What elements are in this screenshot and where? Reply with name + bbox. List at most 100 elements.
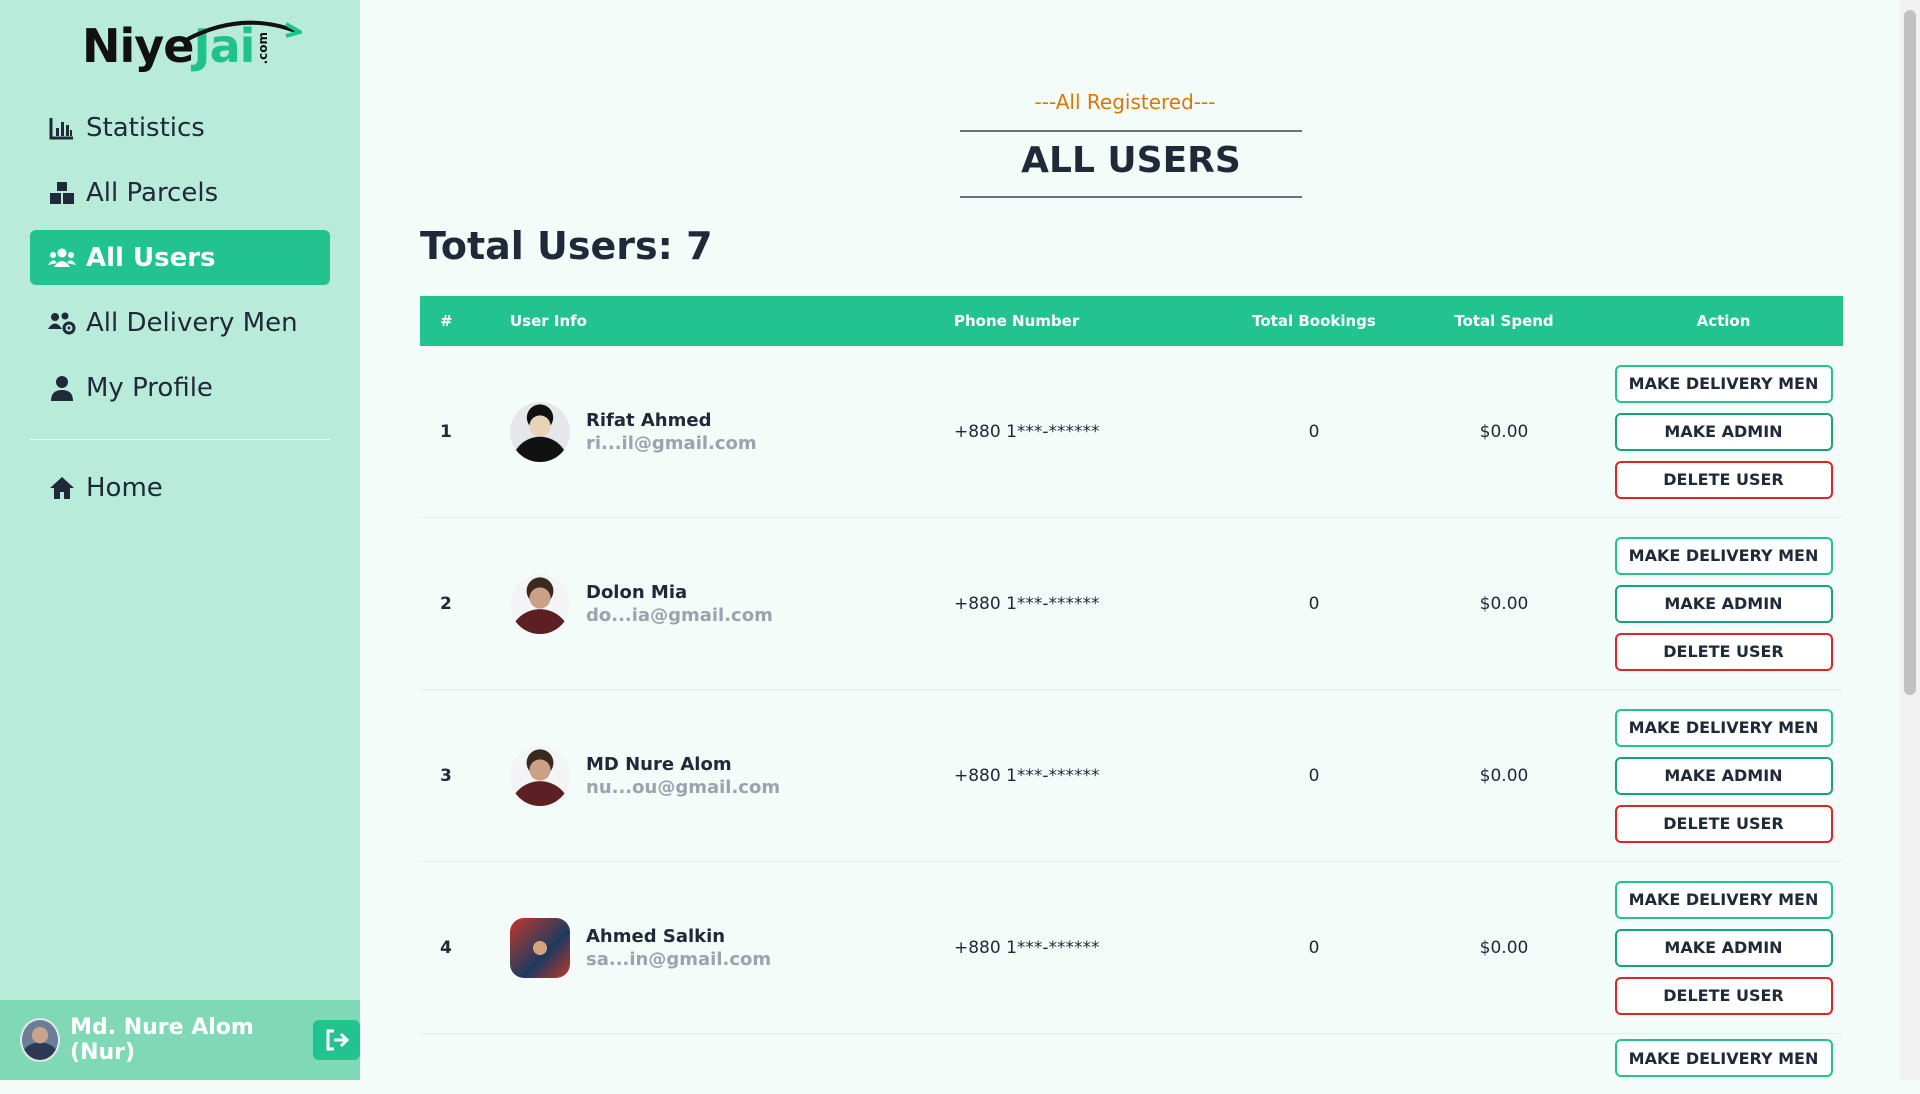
user-email: nu...ou@gmail.com	[586, 776, 781, 798]
user-bookings: 0	[1308, 765, 1320, 786]
delete-user-button[interactable]: DELETE USER	[1614, 976, 1833, 1015]
user-spend: $0.00	[1479, 937, 1529, 958]
user-info: MD Nure Alom nu...ou@gmail.com	[510, 745, 954, 806]
sidebar-home-section: Home	[30, 460, 330, 525]
user-phone: +880 1***-******	[954, 765, 1100, 786]
user-name: Rifat Ahmed	[586, 409, 712, 431]
sidebar: NiyeJai .com Statistics All Parcels All …	[0, 0, 360, 1080]
user-info: Rifat Ahmed ri...il@gmail.com	[510, 401, 954, 462]
delete-user-button[interactable]: DELETE USER	[1614, 632, 1833, 671]
make-admin-button[interactable]: MAKE ADMIN	[1614, 412, 1833, 451]
make-delivery-men-button[interactable]: MAKE DELIVERY MEN	[1614, 880, 1833, 919]
user-name: Ahmed Salkin	[586, 925, 726, 947]
users-icon	[48, 244, 76, 272]
user-info: Ahmed Salkin sa...in@gmail.com	[510, 917, 954, 978]
make-admin-button[interactable]: MAKE ADMIN	[1614, 928, 1833, 967]
sidebar-footer: Md. Nure Alom (Nur)	[0, 1000, 360, 1080]
sidebar-item-users[interactable]: All Users	[30, 230, 330, 285]
user-phone: +880 1***-******	[954, 593, 1100, 614]
sidebar-item-home[interactable]: Home	[30, 460, 330, 515]
user-phone: +880 1***-******	[954, 421, 1100, 442]
user-avatar	[510, 573, 570, 634]
row-actions: MAKE DELIVERY MEN MAKE ADMIN DELETE USER	[1604, 360, 1843, 504]
sidebar-item-profile[interactable]: My Profile	[30, 360, 330, 415]
title-divider-bottom	[960, 196, 1302, 198]
column-header-phone: Phone Number	[954, 312, 1080, 330]
make-delivery-men-button[interactable]: MAKE DELIVERY MEN	[1614, 708, 1833, 747]
row-number: 4	[440, 937, 452, 958]
row-number: 3	[440, 765, 452, 786]
home-icon	[48, 474, 76, 502]
column-header-user-info: User Info	[510, 312, 587, 330]
row-number: 1	[440, 421, 452, 442]
user-avatar	[510, 745, 570, 806]
sidebar-nav: Statistics All Parcels All Users All Del…	[30, 100, 330, 425]
logout-button[interactable]	[313, 1020, 360, 1060]
row-number: 2	[440, 593, 452, 614]
row-actions: MAKE DELIVERY MEN MAKE ADMIN DELETE USER	[1604, 876, 1843, 1020]
table-row: 2 Dolon Mia do...ia@gmail.com +880 1***-…	[420, 518, 1843, 690]
column-header-action: Action	[1696, 312, 1751, 330]
table-row: MAKE DELIVERY MEN	[420, 1034, 1843, 1094]
user-avatar	[510, 917, 570, 978]
user-spend: $0.00	[1479, 765, 1529, 786]
user-name: Dolon Mia	[586, 581, 688, 603]
page-subtitle: ---All Registered---	[1034, 90, 1216, 114]
title-divider-top	[960, 130, 1302, 132]
delete-user-button[interactable]: DELETE USER	[1614, 460, 1833, 499]
user-icon	[48, 374, 76, 402]
user-spend: $0.00	[1479, 593, 1529, 614]
user-email: ri...il@gmail.com	[586, 432, 757, 454]
make-delivery-men-button[interactable]: MAKE DELIVERY MEN	[1614, 1039, 1833, 1077]
users-gear-icon	[48, 309, 76, 337]
user-spend: $0.00	[1479, 421, 1529, 442]
user-email: sa...in@gmail.com	[586, 948, 772, 970]
table-row: 3 MD Nure Alom nu...ou@gmail.com +880 1*…	[420, 690, 1843, 862]
page-title: ALL USERS	[1021, 140, 1241, 181]
table-header: # User Info Phone Number Total Bookings …	[420, 296, 1843, 346]
sidebar-item-label: Statistics	[86, 112, 205, 143]
total-users-count: Total Users: 7	[420, 224, 713, 268]
make-delivery-men-button[interactable]: MAKE DELIVERY MEN	[1614, 364, 1833, 403]
row-actions: MAKE DELIVERY MEN MAKE ADMIN DELETE USER	[1604, 532, 1843, 676]
user-bookings: 0	[1308, 937, 1320, 958]
sidebar-item-label: All Users	[86, 242, 216, 273]
row-actions: MAKE DELIVERY MEN	[1604, 1034, 1843, 1082]
make-admin-button[interactable]: MAKE ADMIN	[1614, 584, 1833, 623]
sidebar-item-label: My Profile	[86, 372, 213, 403]
brand-logo[interactable]: NiyeJai .com	[82, 14, 302, 78]
sidebar-item-label: Home	[86, 472, 163, 503]
sidebar-divider	[30, 439, 330, 440]
brand-suffix: .com	[256, 31, 271, 65]
user-bookings: 0	[1308, 421, 1320, 442]
user-name: MD Nure Alom	[586, 753, 732, 775]
scrollbar-thumb[interactable]	[1904, 10, 1916, 695]
sidebar-item-label: All Delivery Men	[86, 307, 298, 338]
current-user-name: Md. Nure Alom (Nur)	[70, 1015, 254, 1065]
make-admin-button[interactable]: MAKE ADMIN	[1614, 756, 1833, 795]
column-header-spend: Total Spend	[1454, 312, 1554, 330]
delete-user-button[interactable]: DELETE USER	[1614, 804, 1833, 843]
column-header-bookings: Total Bookings	[1252, 312, 1376, 330]
sidebar-item-delivery-men[interactable]: All Delivery Men	[30, 295, 330, 350]
logout-icon	[326, 1029, 349, 1051]
scrollbar[interactable]	[1900, 0, 1920, 1080]
row-actions: MAKE DELIVERY MEN MAKE ADMIN DELETE USER	[1604, 704, 1843, 848]
make-delivery-men-button[interactable]: MAKE DELIVERY MEN	[1614, 536, 1833, 575]
sidebar-item-parcels[interactable]: All Parcels	[30, 165, 330, 220]
users-table: # User Info Phone Number Total Bookings …	[420, 296, 1843, 1094]
logo-arc-icon	[185, 20, 302, 42]
user-avatar	[510, 401, 570, 462]
table-row: 1 Rifat Ahmed ri...il@gmail.com +880 1**…	[420, 346, 1843, 518]
chart-bar-icon	[48, 114, 76, 142]
user-email: do...ia@gmail.com	[586, 604, 773, 626]
main-content: ---All Registered--- ALL USERS Total Use…	[360, 0, 1900, 1080]
avatar[interactable]	[20, 1018, 61, 1062]
sidebar-item-label: All Parcels	[86, 177, 219, 208]
table-row: 4 Ahmed Salkin sa...in@gmail.com +880 1*…	[420, 862, 1843, 1034]
boxes-icon	[48, 179, 76, 207]
column-header-number: #	[440, 312, 453, 330]
user-bookings: 0	[1308, 593, 1320, 614]
user-info: Dolon Mia do...ia@gmail.com	[510, 573, 954, 634]
sidebar-item-statistics[interactable]: Statistics	[30, 100, 330, 155]
